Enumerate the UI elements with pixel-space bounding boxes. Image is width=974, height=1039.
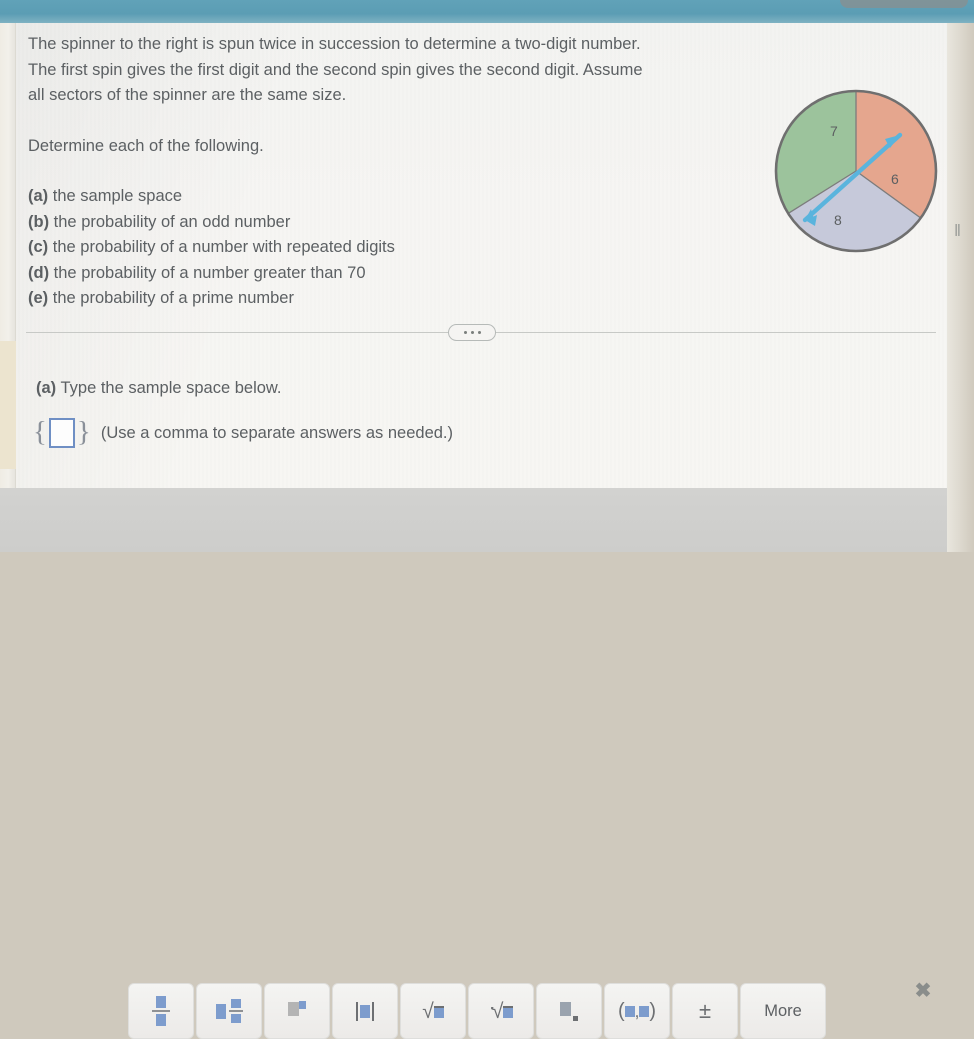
part-d-label: (d) xyxy=(28,263,50,282)
top-browser-band xyxy=(0,0,974,23)
answer-hint-text: (Use a comma to separate answers as need… xyxy=(100,423,454,442)
absolute-value-icon xyxy=(356,1001,374,1021)
problem-parts-list: (a) the sample space (b) the probability… xyxy=(28,184,773,312)
expand-more-button[interactable] xyxy=(448,324,496,341)
spinner-figure: 7 6 8 xyxy=(773,88,939,254)
application-screen: The spinner to the right is spun twice i… xyxy=(0,0,974,1039)
problem-part-c: (c) the probability of a number with rep… xyxy=(28,235,773,261)
left-margin-strip xyxy=(0,23,16,488)
spinner-label-8: 8 xyxy=(834,212,842,228)
spinner-label-7: 7 xyxy=(830,123,838,139)
part-e-text: the probability of a prime number xyxy=(52,289,294,307)
nth-root-icon: ▪ √ xyxy=(489,1001,514,1022)
answer-input-row: { } (Use a comma to separate answers as … xyxy=(33,416,454,448)
problem-part-e: (e) the probability of a prime number xyxy=(28,286,773,312)
fraction-icon xyxy=(152,996,170,1026)
square-root-button[interactable]: √ xyxy=(400,983,466,1039)
statement-spacer xyxy=(28,109,773,134)
part-a-label: (a) xyxy=(28,187,49,205)
problem-part-a: (a) the sample space xyxy=(28,184,773,210)
spinner-diagram: 7 6 8 xyxy=(774,89,938,253)
ellipsis-dot-1 xyxy=(463,331,467,334)
left-margin-tan-patch xyxy=(0,341,16,469)
absolute-value-button[interactable] xyxy=(332,983,398,1039)
more-button[interactable]: More xyxy=(740,983,826,1039)
mixed-number-button[interactable] xyxy=(196,983,262,1039)
ordered-pair-icon: (,) xyxy=(617,999,657,1022)
part-c-label: (c) xyxy=(28,238,49,256)
math-palette: √ ▪ √ (,) ± More ✖ xyxy=(0,488,974,1039)
statement-line-3: all sectors of the spinner are the same … xyxy=(28,86,347,104)
problem-part-d: (d) the probability of a number greater … xyxy=(28,261,773,287)
nth-root-button[interactable]: ▪ √ xyxy=(468,983,534,1039)
parts-spacer xyxy=(28,159,773,184)
fraction-button[interactable] xyxy=(128,983,194,1039)
problem-statement: The spinner to the right is spun twice i… xyxy=(28,32,773,312)
mixed-number-icon xyxy=(215,999,243,1023)
part-a-text: the sample space xyxy=(52,187,183,205)
subscript-icon xyxy=(560,1001,578,1021)
part-c-text: the probability of a number with repeate… xyxy=(52,238,395,256)
scrollbar-handle[interactable]: ‖ xyxy=(954,222,962,239)
ellipsis-dot-2 xyxy=(470,331,474,334)
spinner-label-6: 6 xyxy=(891,171,899,187)
exponent-icon xyxy=(288,1001,306,1021)
part-b-text: the probability of an odd number xyxy=(53,212,291,231)
part-e-label: (e) xyxy=(28,289,49,307)
part-d-text: the probability of a number greater than… xyxy=(53,263,366,282)
plus-minus-icon: ± xyxy=(698,998,712,1023)
sample-space-input[interactable] xyxy=(48,418,75,448)
subscript-button[interactable] xyxy=(536,983,602,1039)
answer-prompt-text: Type the sample space below. xyxy=(60,379,282,397)
ordered-pair-button[interactable]: (,) xyxy=(604,983,670,1039)
close-icon[interactable]: ✖ xyxy=(912,980,934,1002)
statement-line-1: The spinner to the right is spun twice i… xyxy=(28,35,641,53)
exponent-button[interactable] xyxy=(264,983,330,1039)
ellipsis-dot-3 xyxy=(477,331,481,334)
statement-line-2: The first spin gives the first digit and… xyxy=(28,60,643,79)
plus-minus-button[interactable]: ± xyxy=(672,983,738,1039)
answer-prompt: (a) Type the sample space below. xyxy=(36,379,282,398)
part-b-label: (b) xyxy=(28,212,50,231)
answer-prompt-label: (a) xyxy=(36,379,57,397)
statement-instruction: Determine each of the following. xyxy=(28,136,264,155)
math-palette-buttons: √ ▪ √ (,) ± More xyxy=(128,983,826,1039)
square-root-icon: √ xyxy=(422,1001,444,1022)
page-right-edge xyxy=(947,23,974,552)
top-band-tab-stub xyxy=(840,0,968,8)
more-button-label: More xyxy=(764,1001,802,1020)
problem-part-b: (b) the probability of an odd number xyxy=(28,210,773,236)
